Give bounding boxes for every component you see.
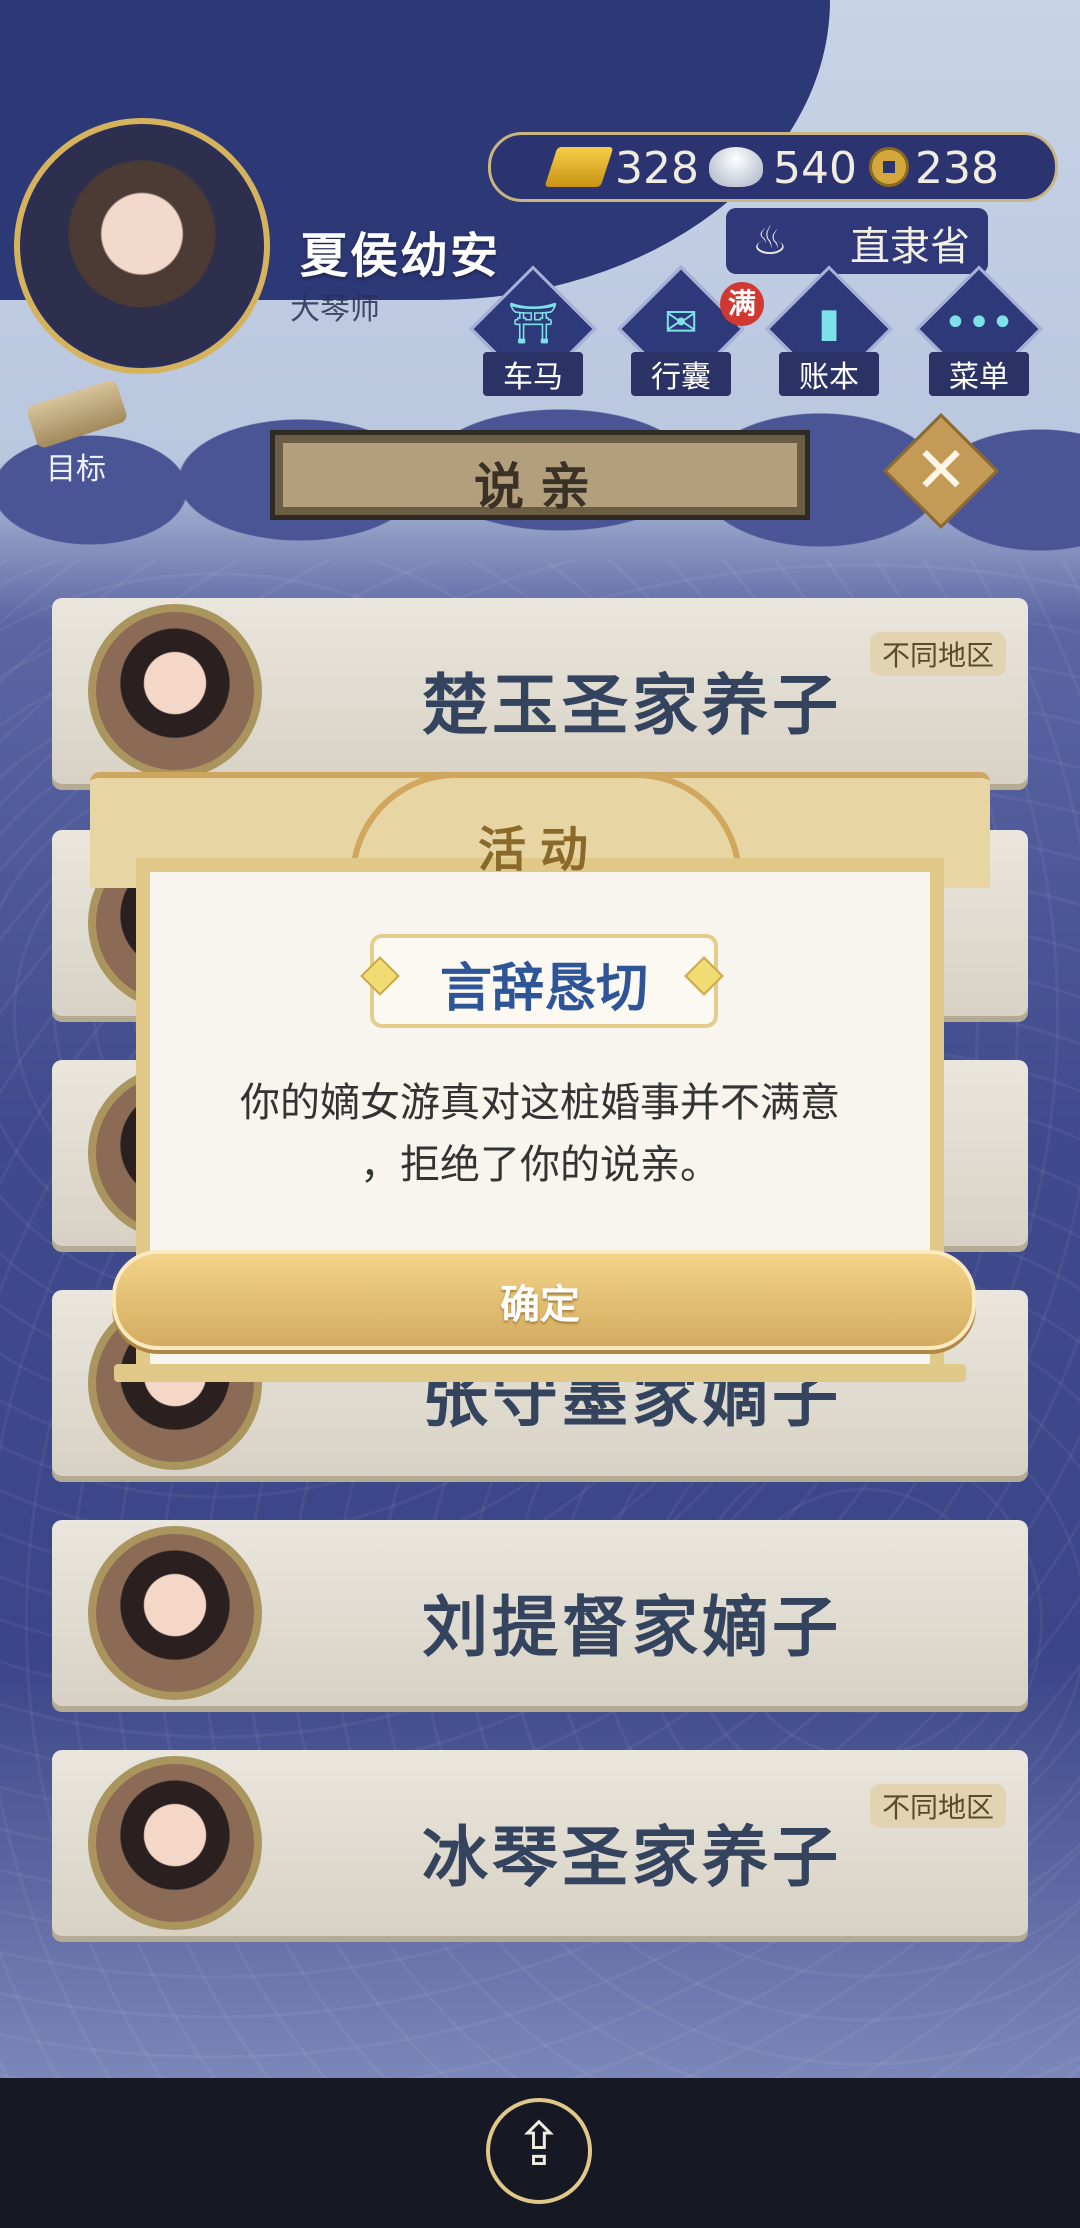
province-label: 直隶省: [850, 224, 970, 270]
currency-bar: 328 540 238: [488, 132, 1058, 202]
region-tag: 不同地区: [869, 1784, 1006, 1828]
goal-button[interactable]: 目标: [16, 378, 136, 487]
dialog-message: 你的嫡女游真对这桩婚事并不满意 ，拒绝了你的说亲。: [190, 1072, 890, 1196]
menu-button[interactable]: ••• 菜单: [915, 265, 1043, 396]
menu-icon: •••: [943, 300, 1015, 346]
screen-title-banner: 说亲: [270, 430, 810, 520]
carriage-label: 车马: [483, 352, 583, 396]
dialog-message-line2: ，拒绝了你的说亲。: [360, 1142, 720, 1188]
ledger-button[interactable]: ▮ 账本: [765, 265, 893, 396]
goal-label: 目标: [46, 452, 106, 487]
candidate-card[interactable]: 冰琴圣家养子 不同地区: [52, 1750, 1028, 1936]
ledger-icon: ▮: [817, 300, 840, 346]
player-name: 夏侯幼安: [300, 228, 501, 284]
candidate-name: 冰琴圣家养子: [422, 1819, 842, 1896]
candidate-card[interactable]: 刘提督家嫡子: [52, 1520, 1028, 1706]
coin-amount: 238: [915, 143, 999, 194]
gold-amount: 328: [615, 143, 699, 194]
copper-coin-icon: [869, 147, 909, 187]
dialog-header: 活动: [477, 822, 602, 878]
candidate-portrait: [88, 1526, 262, 1700]
candidate-portrait: [88, 604, 262, 778]
ledger-label: 账本: [779, 352, 879, 396]
player-avatar[interactable]: [14, 118, 270, 374]
silver-amount: 540: [773, 143, 857, 194]
dialog-message-line1: 你的嫡女游真对这桩婚事并不满意: [240, 1080, 840, 1126]
candidate-card[interactable]: 楚玉圣家养子 不同地区: [52, 598, 1028, 784]
close-icon[interactable]: ✕: [900, 430, 982, 512]
carriage-icon: ⛩: [507, 301, 559, 347]
region-tag: 不同地区: [869, 632, 1006, 676]
bag-label: 行囊: [631, 352, 731, 396]
confirm-button-label[interactable]: 确定: [112, 1272, 968, 1330]
candidate-portrait: [88, 1756, 262, 1930]
scroll-icon: [25, 378, 129, 450]
silver-ingot-icon: [709, 147, 763, 187]
candidate-name: 楚玉圣家养子: [422, 667, 842, 744]
menu-label: 菜单: [929, 352, 1029, 396]
candidate-name: 刘提督家嫡子: [422, 1589, 842, 1666]
gold-ingot-icon: [544, 147, 614, 187]
screen-title: 说亲: [474, 458, 606, 516]
province-button[interactable]: ♨ 直隶省: [726, 208, 988, 274]
iron-icon: ♨: [752, 218, 788, 264]
player-title: 大琴师: [290, 292, 380, 327]
dialog-subtitle: 言辞恳切: [439, 959, 648, 1019]
full-badge: 满: [720, 282, 764, 326]
carriage-button[interactable]: ⛩ 车马: [469, 265, 597, 396]
dialog-base: [114, 1364, 966, 1382]
share-icon[interactable]: ⇪: [486, 2110, 592, 2180]
